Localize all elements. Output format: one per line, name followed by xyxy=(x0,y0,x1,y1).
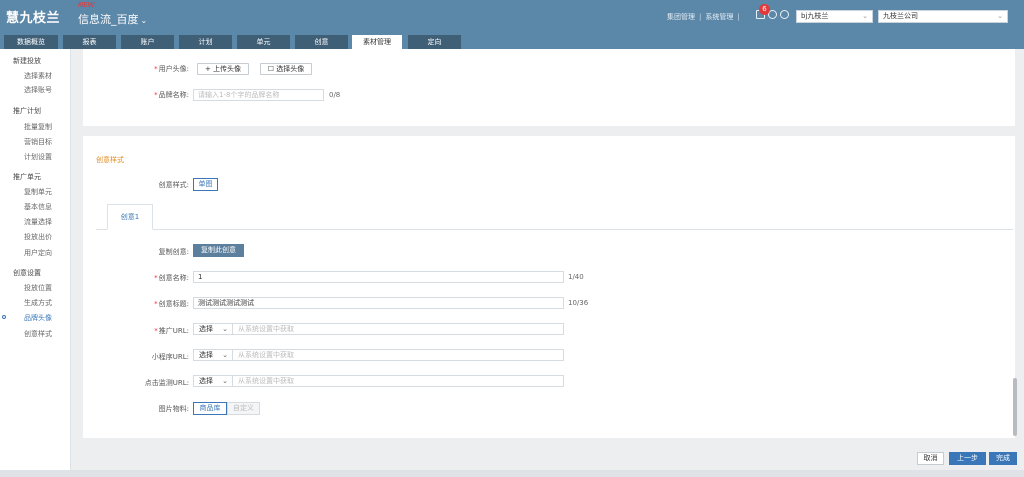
subtab-divider xyxy=(96,229,1013,230)
brand-name-counter: 0/8 xyxy=(329,91,341,99)
mini-program-url-select[interactable]: 选择 ⌄ xyxy=(194,350,233,360)
sidebar-item-placement[interactable]: 投放位置 xyxy=(24,283,52,293)
new-badge: NEW xyxy=(78,1,95,9)
sidebar-item-batch-copy[interactable]: 批量复制 xyxy=(24,122,52,132)
mini-program-url-label: 小程序URL: xyxy=(151,353,189,361)
promo-url-input[interactable]: 从系统设置中获取 xyxy=(238,324,294,334)
tab-creative[interactable]: 创意 xyxy=(295,35,348,49)
sidebar-item-brand-avatar[interactable]: 品牌头像 xyxy=(24,313,52,323)
copy-creative-label: 复制创意: xyxy=(158,248,189,256)
sidebar-item-traffic-select[interactable]: 流量选择 xyxy=(24,217,52,227)
brand-name-label: *品牌名称: xyxy=(154,91,189,99)
tab-account[interactable]: 账户 xyxy=(121,35,174,49)
creative-name-label: *创意名称: xyxy=(154,274,189,282)
sidebar-group-new-launch[interactable]: 新建投放 xyxy=(13,56,41,66)
sidebar-item-user-targeting[interactable]: 用户定向 xyxy=(24,248,52,258)
sidebar-group-creative-settings[interactable]: 创意设置 xyxy=(13,268,41,278)
logout-icon[interactable] xyxy=(780,10,789,19)
avatar-label: *用户头像: xyxy=(154,65,189,73)
image-material-label: 图片物料: xyxy=(158,405,189,413)
finish-button[interactable]: 完成 xyxy=(989,452,1017,465)
chevron-down-icon: ⌄ xyxy=(222,325,228,333)
main-nav-tabs: 数据概览 报表 账户 计划 单元 创意 素材管理 定向 xyxy=(0,34,1024,49)
choose-avatar-button[interactable]: ☐ 选择头像 xyxy=(260,63,312,75)
subtab-creative-1[interactable]: 创意1 xyxy=(107,204,153,230)
chevron-down-icon: ⌄ xyxy=(862,12,868,20)
sidebar-group-promo-unit[interactable]: 推广单元 xyxy=(13,172,41,182)
sidebar-item-generation-mode[interactable]: 生成方式 xyxy=(24,298,52,308)
chevron-down-icon: ⌄ xyxy=(222,351,228,359)
brand-card xyxy=(83,49,1015,126)
active-indicator-icon xyxy=(2,315,6,319)
click-monitor-url-field: 选择 ⌄ 从系统设置中获取 xyxy=(193,375,564,387)
required-icon: * xyxy=(154,327,158,335)
sidebar-item-select-material[interactable]: 选择素材 xyxy=(24,71,52,81)
company-select-value: 九枝兰公司 xyxy=(883,12,918,20)
account-select[interactable]: bj九枝兰 ⌄ xyxy=(796,10,873,23)
required-icon: * xyxy=(154,65,158,73)
sidebar-item-bid[interactable]: 投放出价 xyxy=(24,232,52,242)
required-icon: * xyxy=(154,274,158,282)
sidebar-item-plan-settings[interactable]: 计划设置 xyxy=(24,152,52,162)
upload-avatar-button[interactable]: + 上传头像 xyxy=(197,63,249,75)
sidebar-item-select-account[interactable]: 选择账号 xyxy=(24,85,52,95)
link-separator: | xyxy=(737,13,740,21)
sidebar-group-promo-plan[interactable]: 推广计划 xyxy=(13,106,41,116)
sidebar-item-marketing-goal[interactable]: 营销目标 xyxy=(24,137,52,147)
tab-plan[interactable]: 计划 xyxy=(179,35,232,49)
image-tab-custom[interactable]: 自定义 xyxy=(227,402,260,415)
creative-name-counter: 1/40 xyxy=(568,273,584,281)
tab-unit[interactable]: 单元 xyxy=(237,35,290,49)
creative-card xyxy=(83,136,1015,438)
required-icon: * xyxy=(154,300,158,308)
click-monitor-url-label: 点击监测URL: xyxy=(144,379,189,387)
sidebar-item-copy-unit[interactable]: 复制单元 xyxy=(24,187,52,197)
tab-reports[interactable]: 报表 xyxy=(63,35,116,49)
copy-creative-button[interactable]: 复制此创意 xyxy=(193,244,244,257)
brand-name-input[interactable]: 请输入1-8个字的品牌名称 xyxy=(193,89,324,101)
mini-program-url-field: 选择 ⌄ 从系统设置中获取 xyxy=(193,349,564,361)
creative-name-input[interactable]: 1 xyxy=(193,271,564,283)
section-title-creative-style: 创意样式 xyxy=(96,156,124,164)
previous-step-button[interactable]: 上一步 xyxy=(949,452,986,465)
creative-title-label: *创意标题: xyxy=(154,300,189,308)
style-option-single-image[interactable]: 单图 xyxy=(193,178,218,191)
tab-material-management[interactable]: 素材管理 xyxy=(352,35,402,49)
creative-title-counter: 10/36 xyxy=(568,299,589,307)
vertical-scrollbar[interactable] xyxy=(1013,378,1017,436)
tab-data-overview[interactable]: 数据概览 xyxy=(4,35,58,49)
product-switcher[interactable]: 信息流_百度 ⌄ xyxy=(78,11,147,27)
link-separator: | xyxy=(699,13,702,21)
cancel-button[interactable]: 取消 xyxy=(917,452,944,465)
app-logo[interactable]: 慧九枝兰 xyxy=(6,7,60,26)
click-monitor-url-input[interactable]: 从系统设置中获取 xyxy=(238,376,294,386)
chevron-down-icon: ⌄ xyxy=(997,12,1003,20)
image-tab-product-library[interactable]: 商品库 xyxy=(193,402,227,415)
bottom-bar xyxy=(0,470,1024,477)
system-management-link[interactable]: 系统管理 xyxy=(705,13,733,21)
company-select[interactable]: 九枝兰公司 ⌄ xyxy=(878,10,1008,23)
promo-url-label: *推广URL: xyxy=(154,327,189,335)
product-name: 信息流_百度 xyxy=(78,13,139,26)
sidebar-item-creative-style[interactable]: 创意样式 xyxy=(24,329,52,339)
creative-title-input[interactable]: 测试测试测试测试 xyxy=(193,297,564,309)
account-select-value: bj九枝兰 xyxy=(801,12,829,20)
creative-style-label: 创意样式: xyxy=(158,181,189,189)
chevron-down-icon: ⌄ xyxy=(222,377,228,385)
sidebar-item-basic-info[interactable]: 基本信息 xyxy=(24,202,52,212)
mini-program-url-input[interactable]: 从系统设置中获取 xyxy=(238,350,294,360)
top-header: 慧九枝兰 NEW 信息流_百度 ⌄ 集团管理 | 系统管理 | 6 bj九枝兰 ⌄ 九枝兰… xyxy=(0,0,1024,34)
promo-url-field: 选择 ⌄ 从系统设置中获取 xyxy=(193,323,564,335)
required-icon: * xyxy=(154,91,158,99)
click-monitor-url-select[interactable]: 选择 ⌄ xyxy=(194,376,233,386)
group-management-link[interactable]: 集团管理 xyxy=(667,13,695,21)
chevron-down-icon: ⌄ xyxy=(140,16,148,25)
promo-url-select[interactable]: 选择 ⌄ xyxy=(194,324,233,334)
header-links: 集团管理 | 系统管理 | xyxy=(667,12,744,22)
notification-badge[interactable]: 6 xyxy=(759,4,770,15)
tab-targeting[interactable]: 定向 xyxy=(408,35,461,49)
